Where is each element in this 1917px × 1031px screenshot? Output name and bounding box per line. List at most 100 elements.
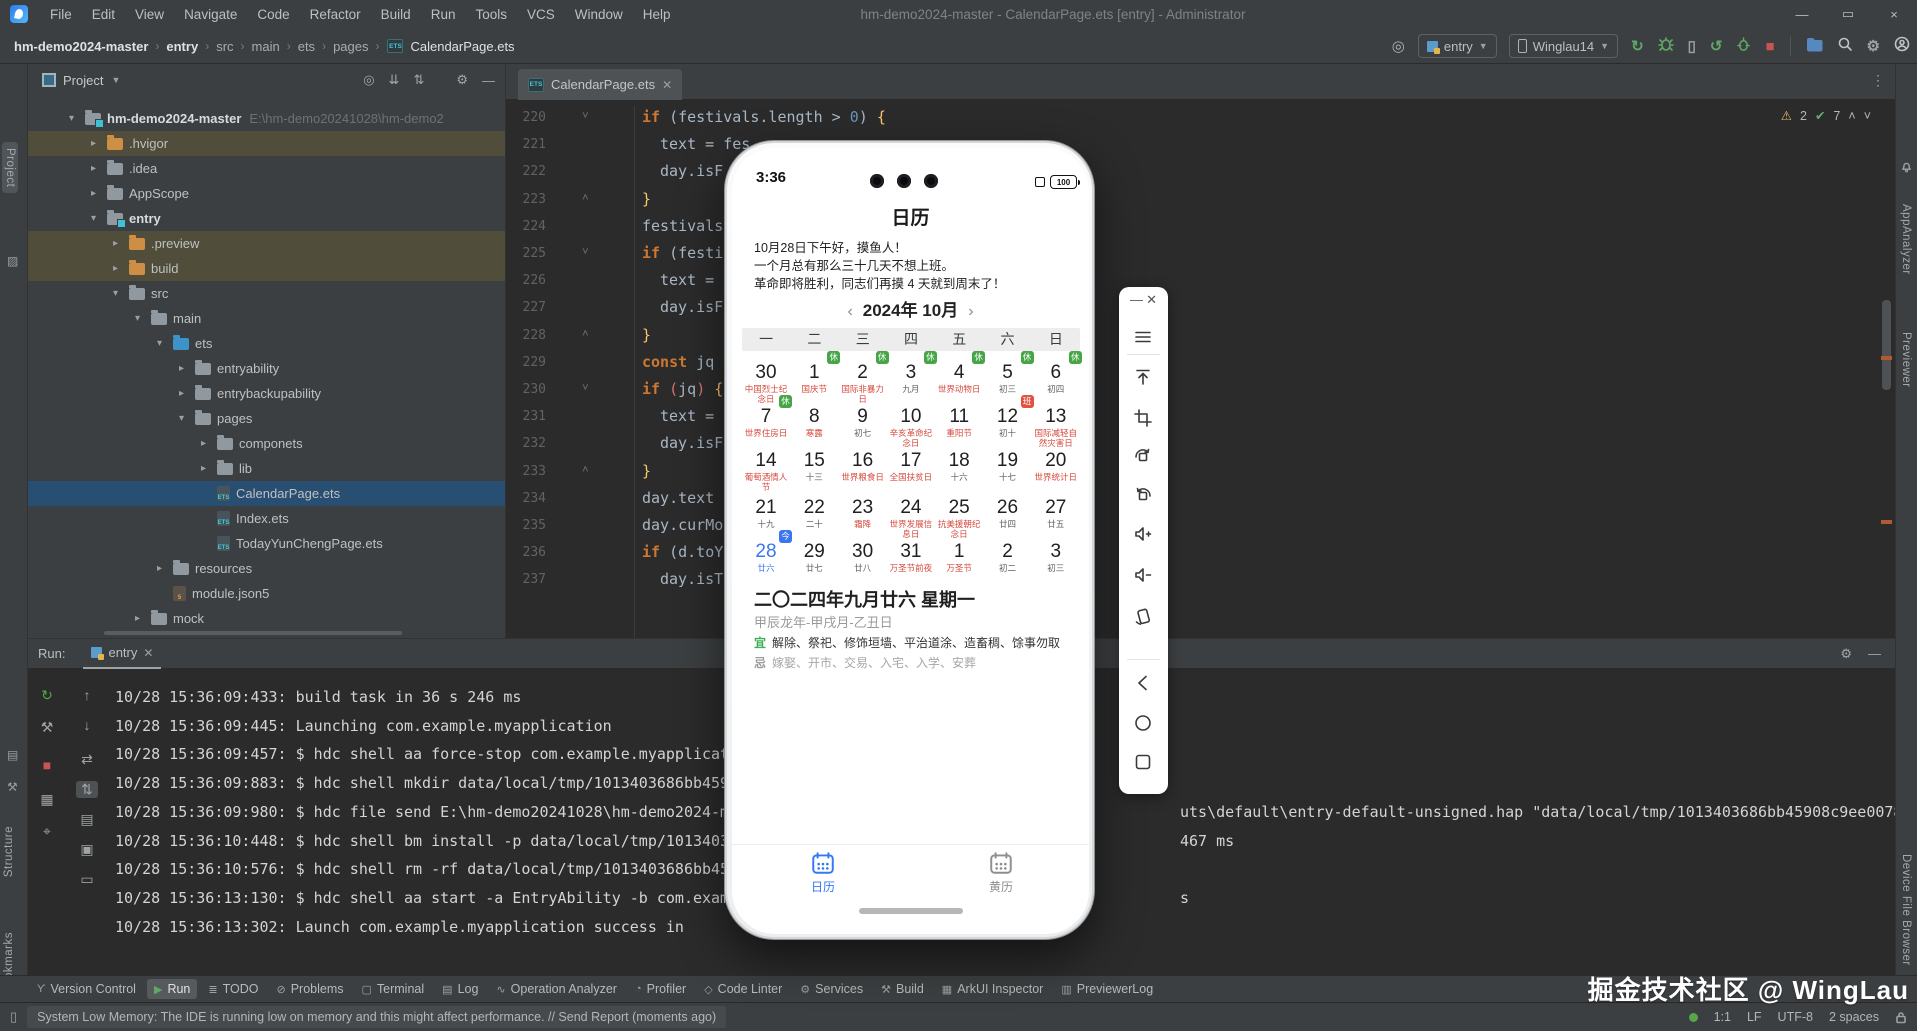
tab-almanac[interactable]: 黄历 [971, 850, 1031, 895]
day-cell-6[interactable]: 休6初四 [1032, 362, 1080, 394]
breadcrumb-file[interactable]: CalendarPage.ets [408, 39, 516, 54]
device-file-browser-icon[interactable] [1806, 37, 1823, 56]
profile-avatar-icon[interactable] [1894, 36, 1910, 56]
tree-item-todayyunchengpage.ets[interactable]: ETSTodayYunChengPage.ets [28, 531, 506, 556]
day-cell-8[interactable]: 8寒露 [790, 406, 838, 438]
tool-window-device-file-browser[interactable]: Device File Browser [1900, 854, 1912, 966]
hide-panel-icon[interactable]: — [1868, 646, 1881, 662]
volume-up-icon[interactable] [1133, 524, 1154, 545]
code-line-230[interactable]: 230˅if (jq) { [506, 378, 1895, 405]
back-button-icon[interactable] [1133, 673, 1154, 694]
day-cell-23[interactable]: 23霜降 [839, 497, 887, 529]
code-line-226[interactable]: 226text = [506, 269, 1895, 296]
code-line-220[interactable]: 220˅if (festivals.length > 0) { [506, 106, 1895, 133]
day-cell-19[interactable]: 19十七 [984, 450, 1032, 482]
day-cell-2[interactable]: 休2国际非暴力日 [839, 362, 887, 404]
tree-item-ets[interactable]: ▾ets [28, 331, 506, 356]
day-cell-18[interactable]: 18十六 [935, 450, 983, 482]
scroll-to-end-icon[interactable]: ⇅ [76, 781, 98, 798]
code-line-236[interactable]: 236if (d.toY [506, 541, 1895, 568]
home-indicator[interactable] [859, 908, 963, 914]
home-button-icon[interactable] [1133, 713, 1154, 734]
expand-all-icon[interactable]: ⇊ [389, 72, 400, 88]
down-stack-trace-icon[interactable]: ↓ [76, 717, 98, 733]
tool-window-button-operation-analyzer[interactable]: ∿Operation Analyzer [489, 979, 624, 999]
code-line-234[interactable]: 234day.text [506, 487, 1895, 514]
tree-item-hm-demo2024-master[interactable]: ▾hm-demo2024-masterE:\hm-demo20241028\hm… [28, 106, 506, 131]
tool-window-button-code-linter[interactable]: ◇Code Linter [697, 979, 789, 999]
next-month-button[interactable]: › [958, 303, 983, 320]
tree-item-entry[interactable]: ▾entry [28, 206, 506, 231]
tree-item-componets[interactable]: ▸componets [28, 431, 506, 456]
breadcrumb-item[interactable]: hm-demo2024-master [12, 39, 150, 54]
day-cell-31[interactable]: 31万圣节前夜 [887, 541, 935, 573]
tool-window-button-build[interactable]: ⚒Build [874, 979, 931, 999]
run-settings-gear-icon[interactable]: ⚙ [1840, 646, 1852, 662]
tree-item-index.ets[interactable]: ETSIndex.ets [28, 506, 506, 531]
close-icon[interactable]: ✕ [143, 646, 153, 660]
crop-screenshot-icon[interactable] [1133, 408, 1154, 429]
day-cell-10[interactable]: 10辛亥革命纪念日 [887, 406, 935, 448]
menu-refactor[interactable]: Refactor [300, 7, 371, 22]
day-cell-15[interactable]: 15十三 [790, 450, 838, 482]
debug-button[interactable] [1658, 36, 1674, 56]
warning-stripe-mark[interactable] [1881, 520, 1892, 524]
rotate-right-icon[interactable] [1133, 486, 1154, 507]
tree-item-calendarpage.ets[interactable]: ETSCalendarPage.ets [28, 481, 506, 506]
attach-device-icon[interactable]: ▯ [1688, 37, 1696, 55]
encoding[interactable]: UTF-8 [1778, 1010, 1813, 1024]
tab-calendarpage[interactable]: ETS CalendarPage.ets ✕ [518, 69, 682, 100]
tool-window-button-run[interactable]: ▶Run [147, 979, 197, 999]
code-line-227[interactable]: 227day.isF [506, 296, 1895, 323]
day-cell-30[interactable]: 30廿八 [839, 541, 887, 573]
day-cell-27[interactable]: 27廿五 [1032, 497, 1080, 529]
tool-window-appanalyzer[interactable]: AppAnalyzer [1900, 204, 1912, 275]
tool-window-button-problems[interactable]: ⊘Problems [269, 979, 350, 999]
day-cell-20[interactable]: 20世界统计日 [1032, 450, 1080, 482]
tool-window-button-arkui-inspector[interactable]: ▦ArkUI Inspector [935, 979, 1051, 999]
settings-gear-icon[interactable]: ⚙ [1867, 37, 1880, 55]
day-cell-1[interactable]: 休1国庆节 [790, 362, 838, 394]
breadcrumb-item[interactable]: src [214, 39, 235, 54]
close-button[interactable]: × [1871, 0, 1917, 28]
maximize-button[interactable]: ▭ [1825, 0, 1871, 28]
tree-item-build[interactable]: ▸build [28, 256, 506, 281]
breadcrumb-item[interactable]: entry [164, 39, 200, 54]
code-line-224[interactable]: 224festivals [506, 215, 1895, 242]
day-cell-25[interactable]: 25抗美援朝纪念日 [935, 497, 983, 539]
zoom-level[interactable]: 1:1 [1714, 1010, 1731, 1024]
close-icon[interactable]: ✕ [662, 78, 672, 92]
tool-window-button-terminal[interactable]: ▢Terminal [355, 979, 432, 999]
pin-icon[interactable]: ⌖ [36, 823, 58, 840]
tree-item-.idea[interactable]: ▸.idea [28, 156, 506, 181]
code-line-231[interactable]: 231text = [506, 405, 1895, 432]
menu-run[interactable]: Run [421, 7, 466, 22]
day-cell-3[interactable]: 3初三 [1032, 541, 1080, 573]
editor-options-icon[interactable]: ⋮ [1871, 72, 1885, 89]
device-dropdown[interactable]: Winglau14 ▼ [1509, 34, 1618, 58]
search-icon[interactable] [1837, 36, 1853, 56]
dashboard-icon[interactable]: ▦ [36, 791, 58, 808]
code-line-221[interactable]: 221text = fes [506, 133, 1895, 160]
tree-item-entryability[interactable]: ▸entryability [28, 356, 506, 381]
tree-item-.preview[interactable]: ▸.preview [28, 231, 506, 256]
day-cell-24[interactable]: 24世界发展信息日 [887, 497, 935, 539]
panel-settings-gear-icon[interactable]: ⚙ [456, 72, 468, 88]
day-cell-1[interactable]: 1万圣节 [935, 541, 983, 573]
tool-window-switcher-icon[interactable]: ▯ [10, 1009, 17, 1025]
tool-window-button-previewerlog[interactable]: ▥PreviewerLog [1054, 979, 1160, 999]
code-line-235[interactable]: 235day.curMo [506, 514, 1895, 541]
day-cell-2[interactable]: 2初二 [984, 541, 1032, 573]
code-line-222[interactable]: 222day.isF [506, 160, 1895, 187]
day-cell-26[interactable]: 26廿四 [984, 497, 1032, 529]
locate-icon[interactable]: ◎ [1392, 37, 1405, 55]
soft-wrap-icon[interactable]: ⇄ [76, 751, 98, 768]
minimize-button[interactable]: — [1779, 0, 1825, 28]
horizontal-scrollbar[interactable] [104, 631, 402, 635]
tree-item-main[interactable]: ▾main [28, 306, 506, 331]
rerun-icon[interactable]: ↻ [36, 687, 58, 704]
tool-window-button-log[interactable]: ▤Log [435, 979, 485, 999]
breadcrumb-item[interactable]: main [250, 39, 282, 54]
edit-configuration-wrench-icon[interactable]: ⚒ [36, 719, 58, 736]
close-icon[interactable]: ✕ [1146, 292, 1157, 308]
